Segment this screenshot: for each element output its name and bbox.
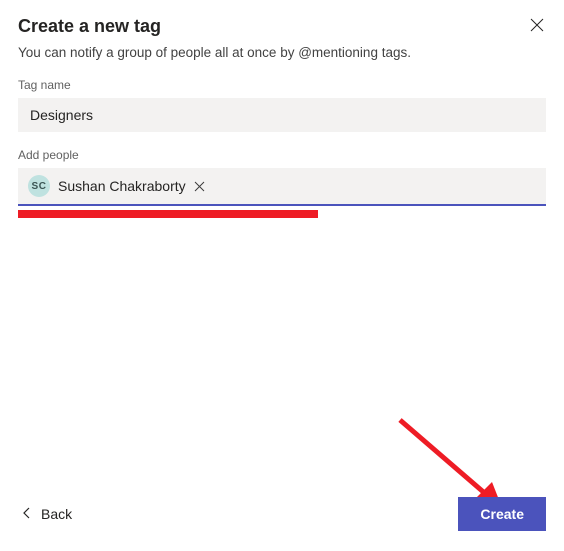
avatar: SC: [28, 175, 50, 197]
add-people-label: Add people: [18, 148, 546, 162]
create-button[interactable]: Create: [458, 497, 546, 531]
tag-name-input[interactable]: [18, 98, 546, 132]
annotation-highlight-bar: [18, 210, 318, 218]
back-label: Back: [41, 506, 72, 522]
person-name: Sushan Chakraborty: [58, 178, 186, 194]
add-people-input[interactable]: SC Sushan Chakraborty: [18, 168, 546, 206]
dialog-subtitle: You can notify a group of people all at …: [18, 45, 546, 60]
person-chip: SC Sushan Chakraborty: [24, 173, 209, 199]
remove-person-icon[interactable]: [194, 181, 205, 192]
close-icon[interactable]: [528, 16, 546, 39]
chevron-left-icon: [22, 506, 31, 522]
tag-name-label: Tag name: [18, 78, 546, 92]
back-button[interactable]: Back: [18, 500, 76, 528]
dialog-title: Create a new tag: [18, 16, 161, 37]
